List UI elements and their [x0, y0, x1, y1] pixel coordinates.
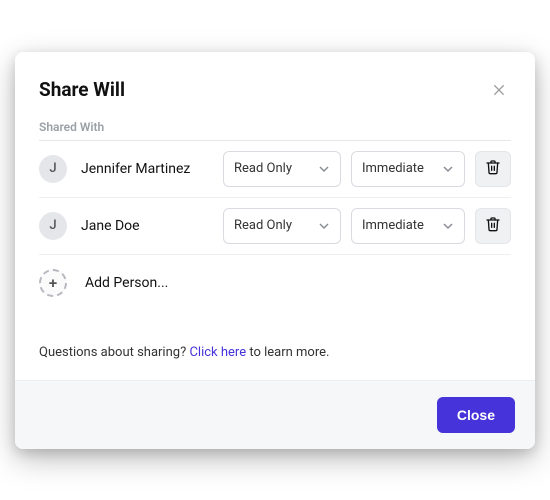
- modal-body: Share Will Shared With J Jennifer Martin…: [15, 52, 535, 380]
- plus-icon: +: [39, 269, 67, 297]
- access-select[interactable]: Read Only: [223, 151, 341, 187]
- chevron-down-icon: [442, 163, 454, 175]
- trash-icon: [485, 216, 501, 236]
- modal-title: Share Will: [39, 78, 125, 101]
- help-text: Questions about sharing? Click here to l…: [39, 345, 511, 360]
- help-suffix: to learn more.: [246, 345, 329, 360]
- timing-select-value: Immediate: [362, 161, 424, 176]
- add-person-label: Add Person...: [81, 275, 168, 291]
- timing-select[interactable]: Immediate: [351, 151, 465, 187]
- delete-button[interactable]: [475, 208, 511, 244]
- trash-icon: [485, 159, 501, 179]
- timing-select[interactable]: Immediate: [351, 208, 465, 244]
- chevron-down-icon: [318, 220, 330, 232]
- close-button[interactable]: Close: [437, 397, 515, 433]
- access-select-value: Read Only: [234, 161, 292, 176]
- shared-person-row: J Jennifer Martinez Read Only Immediate: [39, 141, 511, 198]
- delete-button[interactable]: [475, 151, 511, 187]
- person-name: Jennifer Martinez: [77, 161, 213, 177]
- learn-more-link[interactable]: Click here: [189, 345, 246, 360]
- avatar: J: [39, 155, 67, 183]
- modal-footer: Close: [15, 380, 535, 449]
- person-name: Jane Doe: [77, 218, 213, 234]
- chevron-down-icon: [442, 220, 454, 232]
- timing-select-value: Immediate: [362, 218, 424, 233]
- add-person-button[interactable]: + Add Person...: [39, 255, 511, 305]
- share-modal: Share Will Shared With J Jennifer Martin…: [15, 52, 535, 449]
- access-select-value: Read Only: [234, 218, 292, 233]
- access-select[interactable]: Read Only: [223, 208, 341, 244]
- avatar: J: [39, 212, 67, 240]
- help-prefix: Questions about sharing?: [39, 345, 189, 360]
- shared-person-row: J Jane Doe Read Only Immediate: [39, 198, 511, 255]
- chevron-down-icon: [318, 163, 330, 175]
- shared-with-label: Shared With: [39, 120, 511, 141]
- close-icon[interactable]: [487, 78, 511, 102]
- modal-header: Share Will: [39, 78, 511, 102]
